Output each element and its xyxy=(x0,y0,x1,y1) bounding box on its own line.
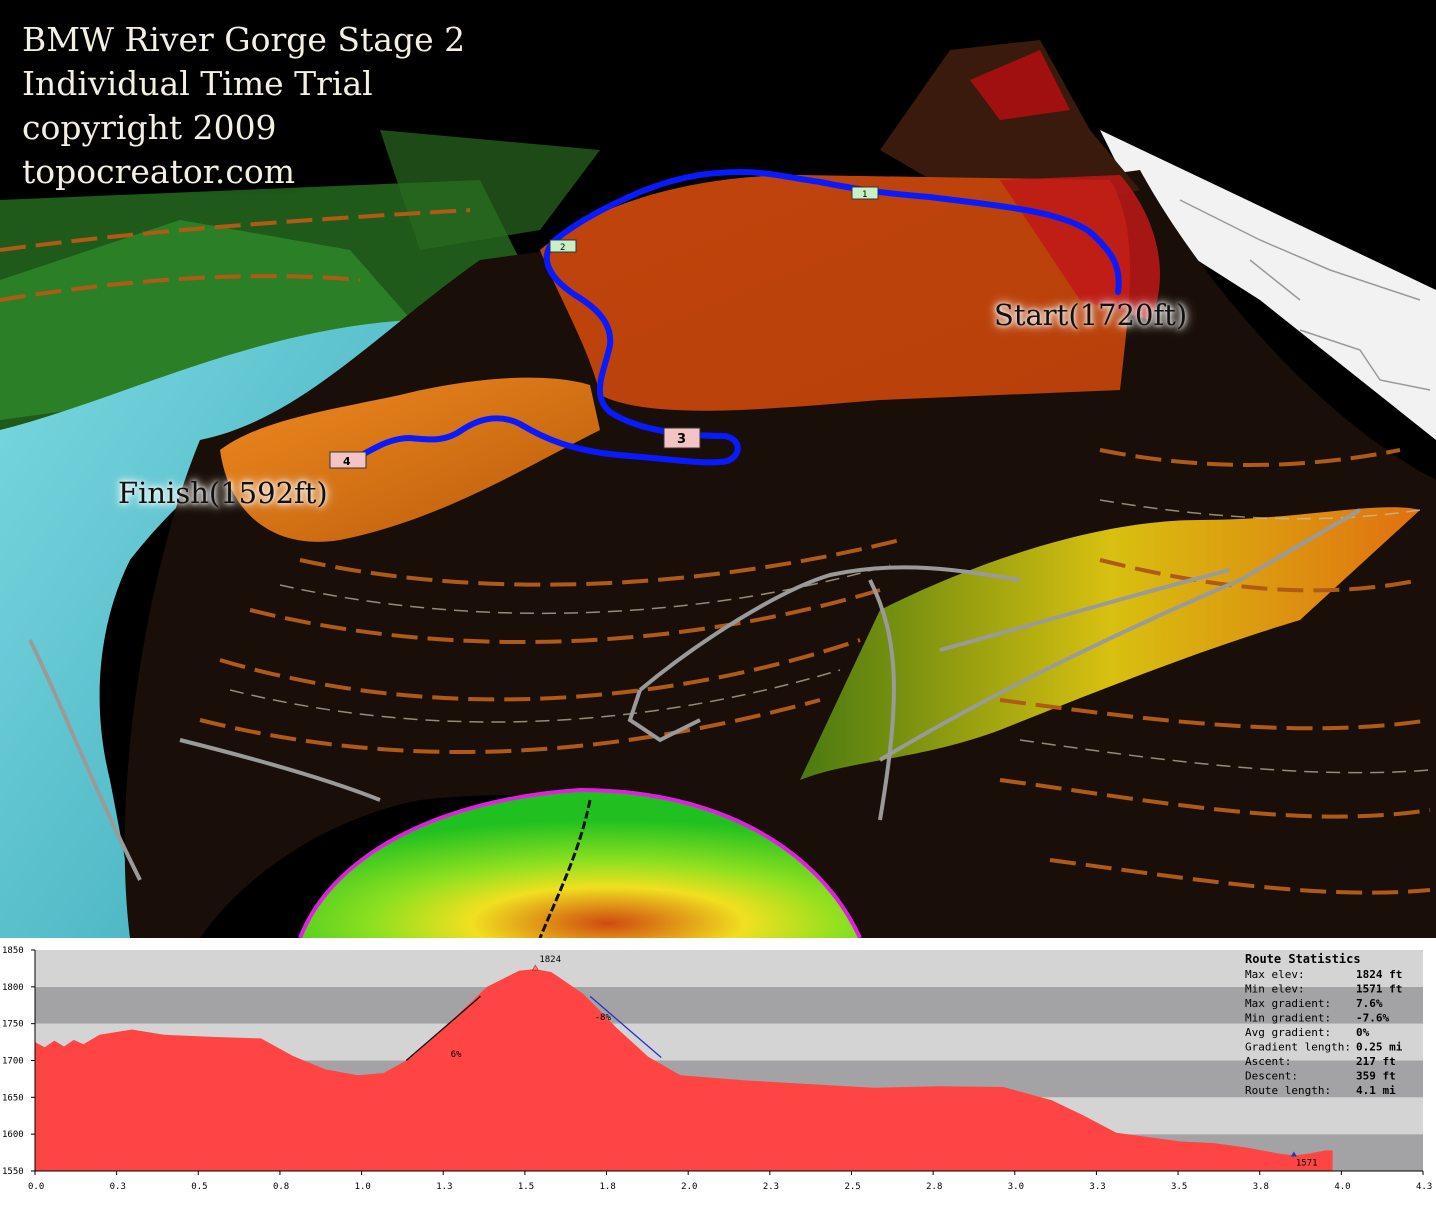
elevation-profile-chart: 1550 1600 1650 1700 1750 1800 1850 0.0 0.3 0.5 0.8… xyxy=(0,938,1436,1216)
route-marker-4: 4 xyxy=(329,451,367,469)
stat-value: 0.25 mi xyxy=(1356,1041,1403,1054)
y-tick-label: 1800 xyxy=(2,983,24,993)
x-tick-label: 3.5 xyxy=(1171,1182,1187,1192)
annotation-label: -8% xyxy=(595,1013,612,1023)
finish-label: Finish(1592ft) xyxy=(118,476,328,510)
stat-label: Route length: xyxy=(1245,1084,1331,1097)
y-tick-label: 1650 xyxy=(2,1093,24,1103)
stat-value: 1824 ft xyxy=(1356,968,1402,981)
route-marker-1: 1 xyxy=(851,186,879,200)
x-tick-label: 1.8 xyxy=(600,1182,616,1192)
x-tick-label: 3.8 xyxy=(1253,1182,1269,1192)
y-tick-label: 1750 xyxy=(2,1020,24,1030)
stat-value: 4.1 mi xyxy=(1356,1084,1396,1097)
route-marker-4-label: 4 xyxy=(343,455,351,468)
x-tick-label: 0.0 xyxy=(28,1182,44,1192)
stat-label: Min gradient: xyxy=(1245,1012,1331,1025)
route-marker-3-label: 3 xyxy=(677,432,686,447)
route-statistics-title: Route Statistics xyxy=(1245,952,1361,966)
stat-label: Descent: xyxy=(1245,1070,1298,1083)
y-tick-label: 1550 xyxy=(2,1167,24,1177)
map-title: BMW River Gorge Stage 2 Individual Time … xyxy=(22,18,465,194)
annotation-label: 1824 xyxy=(539,955,561,965)
x-tick-label: 1.3 xyxy=(436,1182,452,1192)
title-line-2: Individual Time Trial xyxy=(22,64,373,103)
x-tick-label: 2.5 xyxy=(844,1182,860,1192)
route-marker-2-label: 2 xyxy=(560,243,565,253)
stat-label: Avg gradient: xyxy=(1245,1026,1331,1039)
x-tick-label: 1.5 xyxy=(518,1182,534,1192)
stat-label: Gradient length: xyxy=(1245,1041,1351,1054)
stat-value: 0% xyxy=(1356,1026,1370,1039)
y-tick-label: 1700 xyxy=(2,1057,24,1067)
x-tick-label: 2.3 xyxy=(763,1182,779,1192)
grid-band xyxy=(35,950,1423,987)
grid-band xyxy=(35,986,1423,1024)
stat-label: Max gradient: xyxy=(1245,997,1331,1010)
title-line-1: BMW River Gorge Stage 2 xyxy=(22,20,466,59)
stat-label: Max elev: xyxy=(1245,968,1305,981)
title-line-4: topocreator.com xyxy=(22,152,295,191)
title-line-3: copyright 2009 xyxy=(22,108,277,147)
x-tick-label: 1.0 xyxy=(355,1182,371,1192)
x-tick-label: 0.5 xyxy=(191,1182,207,1192)
stat-value: 359 ft xyxy=(1356,1070,1396,1083)
annotation-label: 1571 xyxy=(1296,1159,1318,1169)
x-tick-label: 3.0 xyxy=(1008,1182,1024,1192)
stat-label: Ascent: xyxy=(1245,1055,1291,1068)
start-label: Start(1720ft) xyxy=(994,298,1188,332)
route-marker-3: 3 xyxy=(663,427,701,449)
x-tick-label: 0.8 xyxy=(273,1182,289,1192)
annotation-label: 6% xyxy=(451,1050,462,1060)
stat-label: Min elev: xyxy=(1245,983,1305,996)
x-tick-label: 4.0 xyxy=(1334,1182,1350,1192)
x-tick-label: 0.3 xyxy=(110,1182,126,1192)
stat-value: 1571 ft xyxy=(1356,983,1402,996)
x-tick-label: 3.3 xyxy=(1089,1182,1105,1192)
y-tick-label: 1600 xyxy=(2,1130,24,1140)
stat-value: -7.6% xyxy=(1356,1012,1389,1025)
x-tick-label: 2.0 xyxy=(681,1182,697,1192)
y-tick-label: 1850 xyxy=(2,946,24,956)
x-tick-label: 4.3 xyxy=(1416,1182,1432,1192)
stat-value: 217 ft xyxy=(1356,1055,1396,1068)
stat-value: 7.6% xyxy=(1356,997,1383,1010)
x-tick-label: 2.8 xyxy=(926,1182,942,1192)
route-marker-2: 2 xyxy=(549,239,577,253)
route-marker-1-label: 1 xyxy=(862,190,867,200)
